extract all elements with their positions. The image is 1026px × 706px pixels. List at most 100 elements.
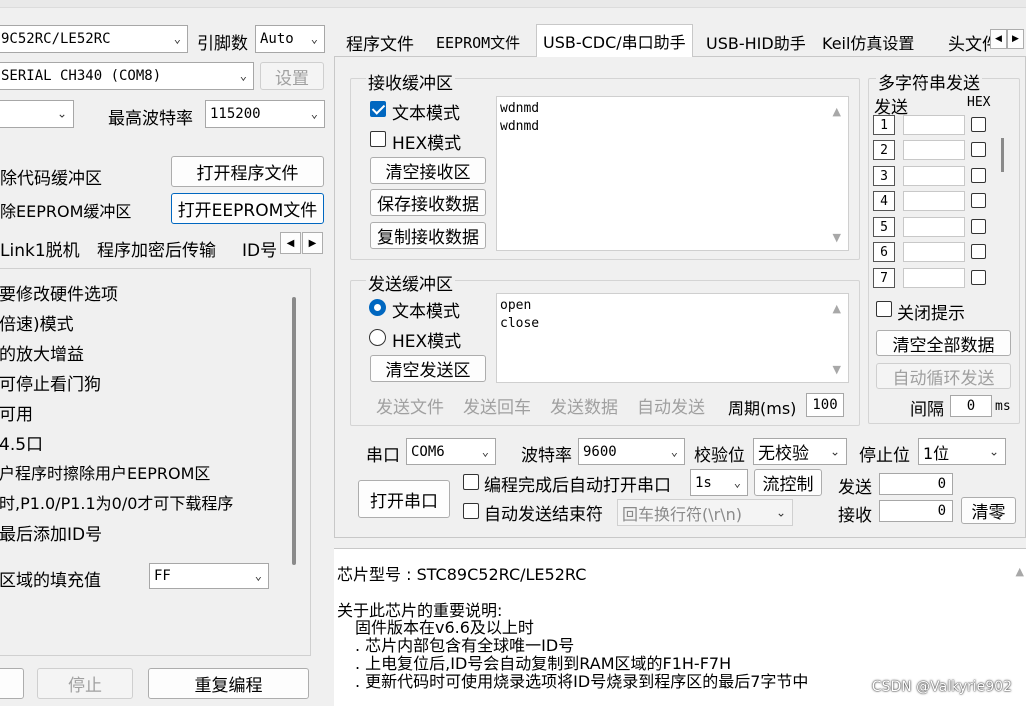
tab-header-file[interactable]: 头文件	[942, 27, 990, 57]
option-item[interactable]: 可用	[0, 400, 33, 425]
multi-send-row-hex-checkbox[interactable]	[971, 168, 986, 183]
tab-usb-cdc-serial[interactable]: USB-CDC/串口助手	[536, 24, 693, 57]
send-text-mode-radio[interactable]	[369, 299, 386, 316]
multi-send-row-input[interactable]	[903, 191, 965, 211]
period-label: 周期(ms)	[728, 399, 797, 418]
multi-send-row-input[interactable]	[903, 217, 965, 237]
scroll-up-icon[interactable]: ▲	[833, 302, 841, 315]
stop-bit-select[interactable]: 1位 ⌄	[918, 438, 1006, 465]
multi-send-row-input[interactable]	[903, 166, 965, 186]
send-enter-button[interactable]: 发送回车	[456, 392, 538, 418]
receive-hex-mode-checkbox[interactable]	[370, 131, 386, 147]
auto-end-checkbox[interactable]	[463, 503, 479, 519]
copy-receive-data-button[interactable]: 复制接收数据	[370, 222, 486, 249]
scroll-down-icon[interactable]: ▼	[833, 363, 841, 376]
subtab-link1-offline[interactable]: Link1脱机	[0, 236, 80, 261]
open-program-file-button[interactable]: 打开程序文件	[171, 156, 324, 187]
open-serial-button[interactable]: 打开串口	[358, 480, 450, 518]
multi-send-row-button[interactable]: 6	[873, 242, 895, 262]
send-textarea[interactable]: open close ▲ ▼	[496, 293, 849, 383]
serial-port-value: SERIAL CH340 (COM8)	[1, 68, 162, 84]
mcu-type-select[interactable]: 9C52RC/LE52RC ⌄	[0, 25, 188, 53]
multi-send-row-hex-checkbox[interactable]	[971, 244, 986, 259]
scroll-up-icon[interactable]: ▲	[1016, 565, 1024, 578]
serial-port-select[interactable]: SERIAL CH340 (COM8) ⌄	[0, 62, 254, 90]
option-item[interactable]: 可停止看门狗	[0, 370, 101, 395]
pin-count-select[interactable]: Auto ⌄	[255, 25, 325, 53]
option-item[interactable]: 要修改硬件选项	[0, 280, 118, 305]
multi-send-row-input[interactable]	[903, 268, 965, 288]
option-item[interactable]: 4.5口	[0, 430, 43, 455]
multi-send-row-hex-checkbox[interactable]	[971, 219, 986, 234]
port-select[interactable]: COM6 ⌄	[406, 438, 496, 465]
option-item[interactable]: 最后添加ID号	[0, 520, 102, 545]
multi-send-row-hex-checkbox[interactable]	[971, 270, 986, 285]
tab-scroll-left-button[interactable]: ◀	[990, 29, 1007, 49]
fill-value-select[interactable]: FF ⌄	[149, 563, 269, 589]
multi-send-row-hex-checkbox[interactable]	[971, 193, 986, 208]
end-char-select[interactable]: 回车换行符(\r\n) ⌄	[617, 499, 793, 526]
multi-send-row-hex-checkbox[interactable]	[971, 142, 986, 157]
send-data-button[interactable]: 发送数据	[543, 392, 625, 418]
auto-loop-send-button[interactable]: 自动循环发送	[876, 363, 1011, 389]
parity-select[interactable]: 无校验 ⌄	[753, 438, 847, 465]
option-item[interactable]: 的放大增益	[0, 340, 84, 365]
option-item[interactable]: 时,P1.0/P1.1为0/0才可下载程序	[0, 490, 233, 514]
multi-send-row-hex-checkbox[interactable]	[971, 117, 986, 132]
multi-string-title: 多字符串发送	[876, 69, 982, 94]
multi-send-row-input[interactable]	[903, 242, 965, 262]
tab-eeprom-file[interactable]: EEPROM文件	[430, 27, 526, 57]
baud-value: 9600	[583, 443, 617, 460]
baud-select[interactable]: 9600 ⌄	[578, 438, 685, 465]
auto-send-button[interactable]: 自动发送	[630, 392, 712, 418]
period-input[interactable]: 100	[806, 393, 844, 417]
option-item[interactable]: 户程序时擦除用户EEPROM区	[0, 460, 210, 484]
reset-count-button[interactable]: 清零	[961, 497, 1016, 524]
tab-keil-sim[interactable]: Keil仿真设置	[816, 27, 920, 57]
multi-send-row-button[interactable]: 7	[873, 268, 895, 288]
multi-send-row-button[interactable]: 4	[873, 191, 895, 211]
multi-send-row-input[interactable]	[903, 115, 965, 135]
subtab-id-number[interactable]: ID号	[242, 236, 277, 261]
flow-control-button[interactable]: 流控制	[754, 469, 822, 496]
send-hex-mode-radio[interactable]	[369, 329, 386, 346]
settings-button[interactable]: 设置	[260, 62, 324, 90]
save-receive-data-button[interactable]: 保存接收数据	[370, 189, 486, 216]
subtab-scroll-right-button[interactable]: ▶	[302, 232, 323, 254]
triangle-right-icon: ▶	[308, 237, 317, 249]
scroll-down-icon[interactable]: ▼	[833, 231, 841, 244]
multi-send-row-button[interactable]: 3	[873, 166, 895, 186]
multi-scrollbar[interactable]	[1001, 138, 1004, 172]
receive-text-mode-checkbox[interactable]	[370, 101, 386, 117]
scroll-up-icon[interactable]: ▲	[833, 105, 841, 118]
auto-open-delay-select[interactable]: 1s ⌄	[690, 469, 748, 496]
auto-open-checkbox[interactable]	[463, 474, 479, 490]
tab-program-file[interactable]: 程序文件	[340, 27, 420, 57]
tab-usb-hid[interactable]: USB-HID助手	[700, 27, 812, 57]
clear-receive-button[interactable]: 清空接收区	[370, 157, 486, 184]
send-file-button[interactable]: 发送文件	[369, 392, 451, 418]
clear-send-button[interactable]: 清空发送区	[370, 355, 486, 382]
max-baud-select[interactable]: 115200 ⌄	[205, 100, 325, 128]
receive-textarea[interactable]: wdnmd wdnmd ▲ ▼	[496, 96, 849, 251]
multi-send-row-button[interactable]: 5	[873, 217, 895, 237]
auto-open-label: 编程完成后自动打开串口	[484, 476, 671, 496]
options-scrollbar[interactable]	[292, 297, 296, 565]
subtab-encrypted-transfer[interactable]: 程序加密后传输	[97, 236, 216, 261]
max-baud-value: 115200	[210, 106, 261, 122]
close-tip-checkbox[interactable]	[876, 301, 892, 317]
interval-input[interactable]: 0	[950, 395, 992, 417]
open-eeprom-file-button[interactable]: 打开EEPROM文件	[171, 193, 324, 224]
tab-scroll-right-button[interactable]: ▶	[1007, 29, 1024, 49]
reprogram-button[interactable]: 重复编程	[148, 668, 309, 699]
clear-all-data-button[interactable]: 清空全部数据	[876, 330, 1011, 356]
stop-button[interactable]: 停止	[37, 668, 133, 699]
multi-send-row-button[interactable]: 1	[873, 115, 895, 135]
program-button-partial[interactable]	[0, 668, 24, 699]
multi-send-row-input[interactable]	[903, 140, 965, 160]
subtab-scroll-left-button[interactable]: ◀	[280, 232, 301, 254]
send-buffer-title: 发送缓冲区	[366, 270, 455, 295]
multi-send-row-button[interactable]: 2	[873, 140, 895, 160]
option-item[interactable]: 倍速)模式	[0, 310, 74, 335]
baud-select-left[interactable]: ⌄	[0, 100, 74, 128]
